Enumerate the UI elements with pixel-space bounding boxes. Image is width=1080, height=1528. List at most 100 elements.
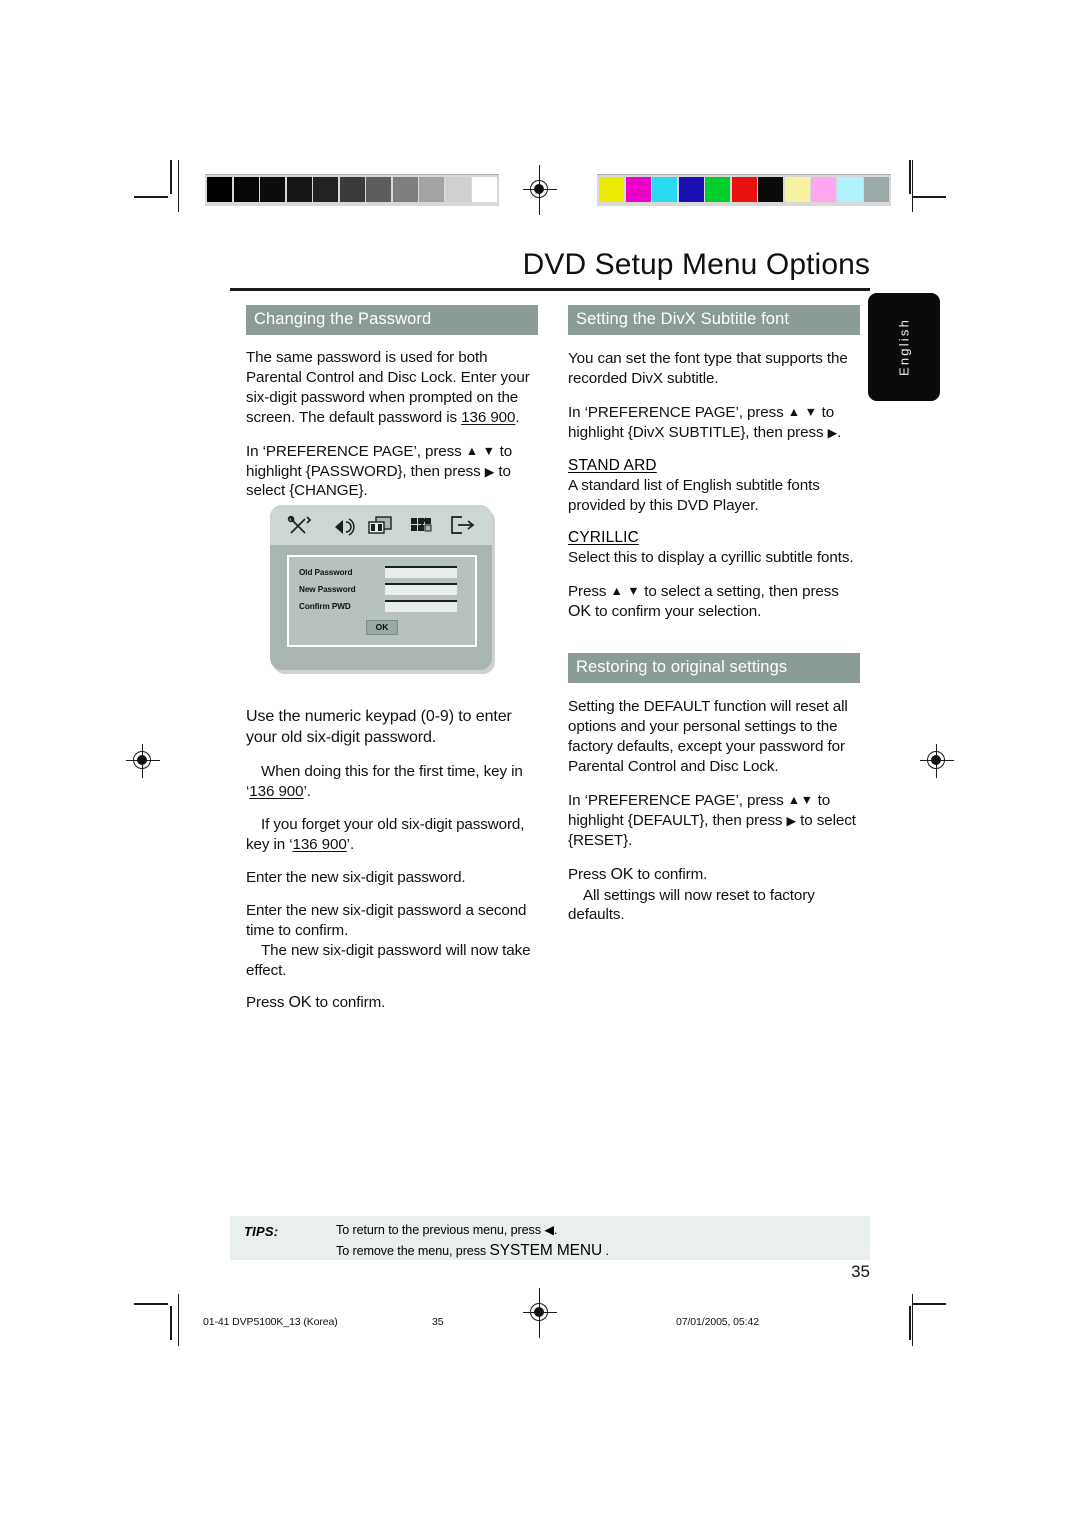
calibration-swatch bbox=[207, 177, 232, 202]
osd-field-row-new: New Password bbox=[299, 583, 465, 595]
calibration-swatch bbox=[313, 177, 338, 202]
osd-toolbar bbox=[270, 505, 492, 545]
reset-result-text: All settings will now reset to factory d… bbox=[568, 886, 815, 924]
video-icon bbox=[366, 513, 396, 537]
forgot-code: 136 900 bbox=[292, 835, 347, 853]
forgot-text-a: If you forget your old six-digit passwor… bbox=[246, 816, 525, 853]
tips-lines: To return to the previous menu, press ◀.… bbox=[336, 1222, 609, 1262]
paragraph-press-ok-reset: Press OK to confirm. bbox=[568, 865, 860, 886]
paragraph-press-ok-confirm: Press OK to confirm. bbox=[246, 993, 538, 1014]
paragraph-default-password: The same password is used for both Paren… bbox=[246, 348, 538, 428]
calibration-swatch bbox=[472, 177, 497, 202]
divx-confirm-text-a: Press bbox=[568, 583, 611, 601]
takes-effect-text: The new six-digit password will now take… bbox=[246, 941, 531, 979]
osd-field-row-confirm: Confirm PWD bbox=[299, 600, 465, 612]
paragraph-numeric-keypad: Use the numeric keypad (0-9) to enter yo… bbox=[246, 707, 538, 749]
forgot-text-b: ’. bbox=[346, 835, 355, 853]
crop-mark-top-right bbox=[900, 160, 946, 206]
calibration-swatch bbox=[419, 177, 444, 202]
calibration-swatch bbox=[864, 177, 889, 202]
paragraph-default-reset: Setting the DEFAULT function will reset … bbox=[568, 698, 848, 775]
calibration-swatch bbox=[392, 177, 418, 202]
calibration-swatch bbox=[260, 177, 285, 202]
new-password-field[interactable] bbox=[385, 583, 457, 595]
old-password-field[interactable] bbox=[385, 566, 457, 578]
paragraph-confirm-new-password: Enter the new six-digit password a secon… bbox=[246, 901, 527, 939]
paragraph-takes-effect: The new six-digit password will now take… bbox=[246, 941, 538, 981]
tips-line2-text-b: . bbox=[602, 1243, 609, 1258]
confirm-pwd-field[interactable] bbox=[385, 600, 457, 612]
ok-key-label-reset: OK bbox=[610, 865, 634, 883]
first-time-text-b: ’. bbox=[303, 783, 311, 801]
nav-password-text-a: In ‘PREFERENCE PAGE’, press bbox=[246, 442, 466, 460]
right-arrow-icon: ▶ bbox=[484, 464, 495, 479]
calibration-swatch bbox=[339, 177, 365, 202]
registration-mark-left-middle bbox=[126, 744, 160, 778]
language-tab-label: English bbox=[896, 317, 912, 377]
system-menu-key-label: SYSTEM MENU bbox=[489, 1241, 603, 1259]
calibration-swatch bbox=[652, 177, 677, 202]
right-column: Setting the DivX Subtitle font You can s… bbox=[568, 305, 860, 939]
subheading-cyrillic: CYRILLIC bbox=[568, 529, 639, 547]
dvd-password-setup-screen: Old Password New Password Confirm PWD OK bbox=[270, 505, 492, 670]
page-title: DVD Setup Menu Options bbox=[522, 248, 870, 281]
ok-key-label-divx: OK bbox=[568, 603, 591, 621]
divx-nav-text-c: . bbox=[837, 423, 842, 441]
footer-timestamp: 07/01/2005, 05:42 bbox=[676, 1316, 759, 1328]
print-footer-strip: 01-41 DVP5100K_13 (Korea) 35 07/01/2005,… bbox=[0, 1316, 1080, 1336]
default-password-period: . bbox=[515, 408, 520, 426]
registration-mark-right-middle bbox=[920, 744, 954, 778]
first-time-code: 136 900 bbox=[249, 783, 304, 801]
osd-password-panel: Old Password New Password Confirm PWD OK bbox=[287, 555, 477, 647]
tips-line1-text-b: . bbox=[553, 1223, 558, 1237]
exit-icon bbox=[447, 513, 477, 537]
osd-field-row-old: Old Password bbox=[299, 566, 465, 578]
paragraph-enter-new-password: Enter the new six-digit password. bbox=[246, 868, 466, 886]
calibration-swatch bbox=[811, 177, 836, 202]
page-number: 35 bbox=[851, 1262, 870, 1281]
up-down-arrow-icon-default: ▲▼ bbox=[787, 792, 814, 807]
paragraph-default-navigate: In ‘PREFERENCE PAGE’, press ▲▼ to highli… bbox=[568, 791, 860, 851]
tips-line2-text-a: To remove the menu, press bbox=[336, 1243, 490, 1258]
calibration-swatch bbox=[233, 177, 259, 202]
right-arrow-icon-default: ▶ bbox=[786, 813, 797, 828]
ok-key-label: OK bbox=[288, 994, 312, 1012]
registration-mark-top-center bbox=[523, 165, 557, 215]
left-arrow-icon: ◀ bbox=[544, 1223, 554, 1237]
default-password-code: 136 900 bbox=[461, 408, 516, 426]
divx-confirm-text-b: to select a setting, then press bbox=[640, 583, 839, 601]
osd-ok-wrapper: OK bbox=[299, 617, 465, 635]
preference-grid-icon bbox=[406, 513, 436, 537]
paragraph-standard-body: A standard list of English subtitle font… bbox=[568, 476, 820, 514]
divx-confirm-text-c: to confirm your selection. bbox=[590, 603, 762, 621]
default-nav-text-a: In ‘PREFERENCE PAGE’, press bbox=[568, 791, 788, 809]
paragraph-forgot-password: If you forget your old six-digit passwor… bbox=[246, 815, 538, 855]
up-down-arrow-icon: ▲ ▼ bbox=[465, 443, 496, 458]
calibration-swatch bbox=[286, 177, 312, 202]
numeric-keypad-text: Use the numeric keypad (0-9) to enter yo… bbox=[246, 708, 512, 747]
paragraph-first-time-key: When doing this for the first time, key … bbox=[246, 762, 538, 802]
osd-ok-button[interactable]: OK bbox=[365, 619, 399, 635]
up-down-arrow-icon-confirm: ▲ ▼ bbox=[610, 584, 641, 599]
paragraph-reset-result: All settings will now reset to factory d… bbox=[568, 886, 860, 926]
trim-rule-left-top bbox=[178, 160, 180, 212]
footer-filename: 01-41 DVP5100K_13 (Korea) bbox=[203, 1316, 338, 1328]
old-password-label: Old Password bbox=[299, 567, 353, 577]
color-calibration-bar bbox=[597, 174, 891, 206]
divx-nav-text-a: In ‘PREFERENCE PAGE’, press bbox=[568, 403, 788, 421]
calibration-swatch bbox=[366, 177, 391, 202]
up-down-arrow-icon-divx: ▲ ▼ bbox=[787, 404, 818, 419]
calibration-swatch bbox=[758, 177, 783, 202]
section-heading-divx-subtitle: Setting the DivX Subtitle font bbox=[568, 305, 860, 335]
speaker-icon bbox=[326, 513, 356, 537]
paragraph-cyrillic-body: Select this to display a cyrillic subtit… bbox=[568, 549, 854, 567]
tips-label: TIPS: bbox=[244, 1224, 279, 1239]
calibration-swatch bbox=[705, 177, 730, 202]
calibration-swatch bbox=[625, 177, 651, 202]
confirm-pwd-label: Confirm PWD bbox=[299, 601, 351, 611]
section-heading-restoring-settings: Restoring to original settings bbox=[568, 653, 860, 684]
tips-box: TIPS: To return to the previous menu, pr… bbox=[230, 1216, 870, 1260]
trim-rule-right-top bbox=[912, 160, 914, 212]
paragraph-divx-intro: You can set the font type that supports … bbox=[568, 350, 848, 387]
new-password-label: New Password bbox=[299, 584, 356, 594]
